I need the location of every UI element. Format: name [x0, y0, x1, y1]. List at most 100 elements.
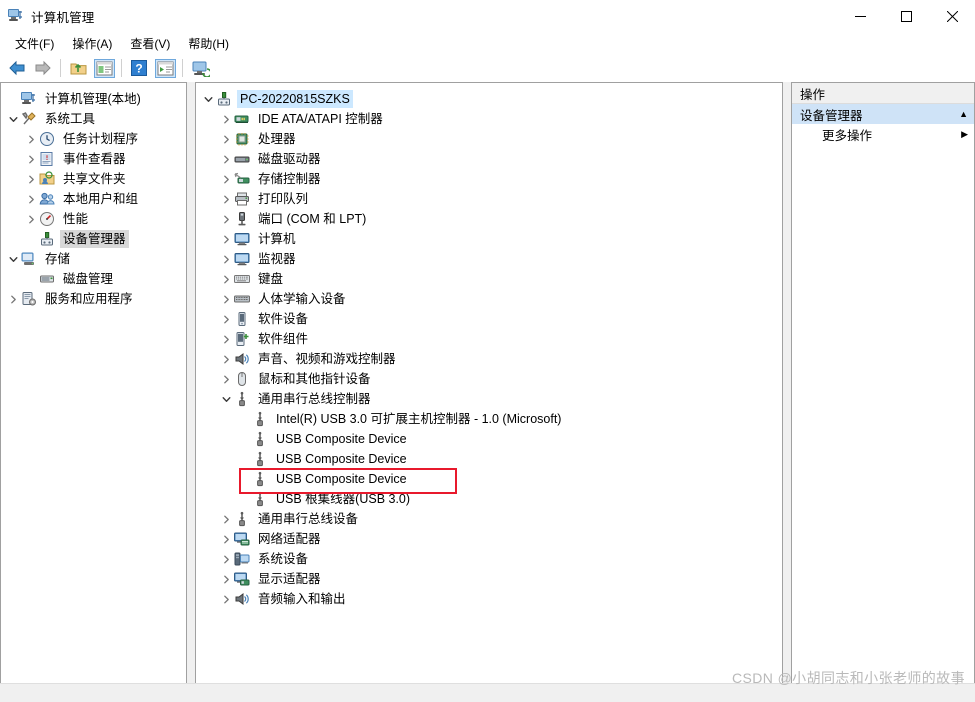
- computer-management-icon: [21, 91, 37, 107]
- help-icon[interactable]: ?: [126, 56, 152, 80]
- up-folder-icon[interactable]: [65, 56, 91, 80]
- chevron-right-icon[interactable]: [218, 151, 234, 167]
- chevron-right-icon[interactable]: [218, 171, 234, 187]
- console-tree-item-row[interactable]: 共享文件夹: [1, 169, 186, 189]
- chevron-right-icon[interactable]: [218, 591, 234, 607]
- usb-icon: [234, 511, 250, 527]
- chevron-right-icon[interactable]: [218, 231, 234, 247]
- close-button[interactable]: [929, 0, 975, 32]
- device-tree-item-label: 通用串行总线设备: [258, 512, 359, 526]
- chevron-right-icon[interactable]: [218, 571, 234, 587]
- device-tree-item-row[interactable]: Intel(R) USB 3.0 可扩展主机控制器 - 1.0 (Microso…: [196, 409, 782, 429]
- device-tree-item-row[interactable]: 网络适配器: [196, 529, 782, 549]
- chevron-right-icon[interactable]: [218, 371, 234, 387]
- console-tree-item-row[interactable]: 任务计划程序: [1, 129, 186, 149]
- console-tree-item-row[interactable]: 计算机管理(本地): [1, 89, 186, 109]
- task-scheduler-icon: [39, 131, 55, 147]
- device-tree-item-row[interactable]: 键盘: [196, 269, 782, 289]
- device-tree-item-row[interactable]: USB Composite Device: [196, 449, 782, 469]
- chevron-right-icon[interactable]: [218, 551, 234, 567]
- back-arrow-icon[interactable]: [4, 56, 30, 80]
- menu-action[interactable]: 操作(A): [63, 33, 121, 54]
- chevron-right-icon[interactable]: [218, 251, 234, 267]
- chevron-right-icon[interactable]: [23, 171, 39, 187]
- chevron-right-icon[interactable]: [218, 271, 234, 287]
- device-tree-item-row[interactable]: IDE ATA/ATAPI 控制器: [196, 109, 782, 129]
- menu-bar: 文件(F) 操作(A) 查看(V) 帮助(H): [0, 32, 975, 54]
- system-tools-icon: [21, 111, 37, 127]
- console-tree-item-row[interactable]: 本地用户和组: [1, 189, 186, 209]
- console-tree[interactable]: 计算机管理(本地) 系统工具 任务计划程序 事件查看器 共享文件夹 本地用户和组 性能 设备管…: [1, 83, 186, 309]
- device-tree-item-row[interactable]: 打印队列: [196, 189, 782, 209]
- forward-arrow-icon[interactable]: [30, 56, 56, 80]
- device-tree-item-row[interactable]: 计算机: [196, 229, 782, 249]
- device-tree-item-label: 通用串行总线控制器: [258, 392, 371, 406]
- chevron-right-icon[interactable]: [23, 191, 39, 207]
- minimize-button[interactable]: [837, 0, 883, 32]
- device-tree-item-row[interactable]: 通用串行总线控制器: [196, 389, 782, 409]
- chevron-down-icon[interactable]: [218, 391, 234, 407]
- device-tree-item-row[interactable]: USB Composite Device: [196, 429, 782, 449]
- chevron-right-icon[interactable]: [218, 211, 234, 227]
- device-tree-item-row[interactable]: 存储控制器: [196, 169, 782, 189]
- device-tree-item-row[interactable]: 端口 (COM 和 LPT): [196, 209, 782, 229]
- chevron-right-icon[interactable]: [218, 291, 234, 307]
- maximize-button[interactable]: [883, 0, 929, 32]
- device-tree-pane: PC-20220815SZKS IDE ATA/ATAPI 控制器 处理器 磁盘驱动器…: [195, 82, 783, 684]
- device-tree-item-row[interactable]: USB 根集线器(USB 3.0): [196, 489, 782, 509]
- device-tree-item-row[interactable]: 音频输入和输出: [196, 589, 782, 609]
- device-tree-item-row[interactable]: 声音、视频和游戏控制器: [196, 349, 782, 369]
- device-tree-item-row[interactable]: 处理器: [196, 129, 782, 149]
- console-tree-item-row[interactable]: 磁盘管理: [1, 269, 186, 289]
- device-tree-item-row[interactable]: 系统设备: [196, 549, 782, 569]
- device-tree-item-row[interactable]: PC-20220815SZKS: [196, 89, 782, 109]
- action-more-actions[interactable]: 更多操作 ▶: [792, 124, 974, 144]
- device-tree-item-row[interactable]: 软件设备: [196, 309, 782, 329]
- device-tree-item-row[interactable]: 鼠标和其他指针设备: [196, 369, 782, 389]
- chevron-up-icon[interactable]: ▲: [959, 109, 968, 119]
- chevron-right-icon[interactable]: [218, 111, 234, 127]
- chevron-right-icon[interactable]: [218, 531, 234, 547]
- device-tree-item-row[interactable]: 软件组件: [196, 329, 782, 349]
- device-tree-item-row[interactable]: 监视器: [196, 249, 782, 269]
- device-tree[interactable]: PC-20220815SZKS IDE ATA/ATAPI 控制器 处理器 磁盘驱动器…: [196, 83, 782, 609]
- chevron-down-icon[interactable]: [5, 251, 21, 267]
- chevron-right-icon[interactable]: [218, 511, 234, 527]
- chevron-right-icon[interactable]: [23, 211, 39, 227]
- chevron-down-icon[interactable]: [5, 111, 21, 127]
- splitter-left[interactable]: [187, 82, 195, 684]
- device-tree-item-row[interactable]: 通用串行总线设备: [196, 509, 782, 529]
- chevron-right-icon[interactable]: [23, 131, 39, 147]
- menu-view[interactable]: 查看(V): [121, 33, 179, 54]
- console-tree-item-row[interactable]: 性能: [1, 209, 186, 229]
- device-tree-item-label: 监视器: [258, 252, 296, 266]
- device-tree-item-row[interactable]: 人体学输入设备: [196, 289, 782, 309]
- chevron-right-icon[interactable]: [218, 331, 234, 347]
- splitter-right[interactable]: [783, 82, 791, 684]
- computer-management-icon: [8, 8, 24, 24]
- chevron-right-icon[interactable]: [5, 291, 21, 307]
- chevron-right-icon[interactable]: [218, 351, 234, 367]
- chevron-down-icon[interactable]: [200, 91, 216, 107]
- show-hide-tree-icon[interactable]: [91, 56, 117, 80]
- console-tree-item-row[interactable]: 事件查看器: [1, 149, 186, 169]
- device-tree-item-row[interactable]: 显示适配器: [196, 569, 782, 589]
- console-tree-item-row[interactable]: 服务和应用程序: [1, 289, 186, 309]
- menu-file[interactable]: 文件(F): [6, 33, 63, 54]
- refresh-monitor-icon[interactable]: [187, 56, 213, 80]
- console-tree-item-row[interactable]: 设备管理器: [1, 229, 186, 249]
- menu-help[interactable]: 帮助(H): [179, 33, 238, 54]
- chevron-right-icon[interactable]: [23, 151, 39, 167]
- network-adapter-icon: [234, 531, 250, 547]
- chevron-right-icon[interactable]: [218, 131, 234, 147]
- chevron-right-icon[interactable]: [218, 311, 234, 327]
- device-tree-item-row[interactable]: 磁盘驱动器: [196, 149, 782, 169]
- console-tree-item-row[interactable]: 存储: [1, 249, 186, 269]
- console-tree-item-row[interactable]: 系统工具: [1, 109, 186, 129]
- properties-icon[interactable]: [152, 56, 178, 80]
- chevron-right-icon[interactable]: [218, 191, 234, 207]
- console-tree-item-label: 存储: [45, 252, 71, 266]
- device-tree-item-row[interactable]: USB Composite Device: [196, 469, 782, 489]
- system-device-icon: [234, 551, 250, 567]
- actions-group-device-manager[interactable]: 设备管理器 ▲: [792, 104, 974, 124]
